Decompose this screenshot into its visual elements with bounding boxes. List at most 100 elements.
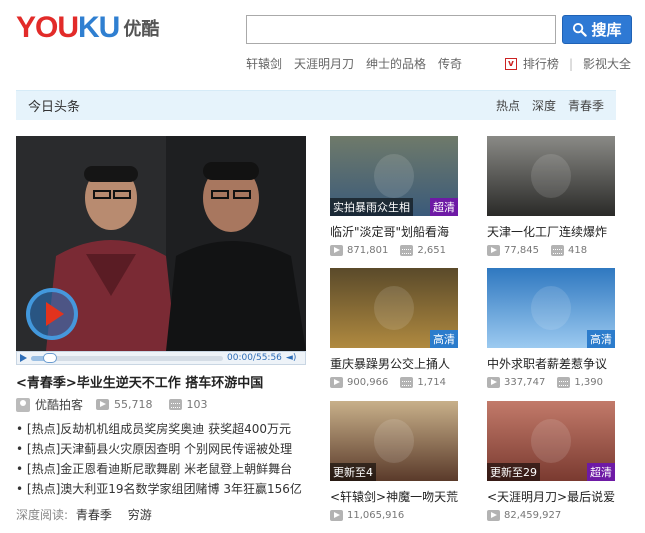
comment-icon xyxy=(168,399,182,410)
video-title[interactable]: <轩辕剑>神魔一吻天荒 xyxy=(330,488,458,505)
top-links: v 排行榜 | 影视大全 xyxy=(504,55,631,72)
comment-icon xyxy=(400,377,414,388)
deep-reading: 深度阅读: 青春季 穷游 xyxy=(16,506,160,523)
video-meta: 82,459,927 xyxy=(487,510,615,521)
hotword-link[interactable]: 天涯明月刀 xyxy=(294,55,354,72)
view-count: 55,718 xyxy=(114,398,153,411)
video-meta: 77,845 418 xyxy=(487,245,615,256)
ranking-link[interactable]: 排行榜 xyxy=(523,55,559,72)
hot-keywords: 轩辕剑 天涯明月刀 绅士的品格 传奇 xyxy=(246,55,462,72)
hotword-link[interactable]: 传奇 xyxy=(438,55,462,72)
video-card[interactable]: 天津一化工厂连续爆炸 77,845 418 xyxy=(487,136,615,256)
video-meta: 900,966 1,714 xyxy=(330,377,458,388)
video-title[interactable]: 中外求职者薪差惹争议 xyxy=(487,355,615,372)
comment-icon xyxy=(557,377,571,388)
comment-count: 1,714 xyxy=(417,377,446,388)
player-controls: 00:00/55:56 ◄) xyxy=(16,351,306,365)
progress-handle[interactable] xyxy=(43,352,58,363)
video-card[interactable]: 实拍暴雨众生相 超清临沂"淡定哥"划船看海 871,801 2,651 xyxy=(330,136,458,256)
progress-bar[interactable] xyxy=(31,352,223,363)
video-thumbnail[interactable]: 更新至4 xyxy=(330,401,458,481)
volume-icon[interactable]: ◄) xyxy=(286,353,296,363)
video-meta: 11,065,916 xyxy=(330,510,458,521)
video-title[interactable]: 天津一化工厂连续爆炸 xyxy=(487,223,615,240)
news-item[interactable]: • [热点]金正恩看迪斯尼歌舞剧 米老鼠登上朝鲜舞台 xyxy=(16,459,302,479)
video-title[interactable]: 临沂"淡定哥"划船看海 xyxy=(330,223,458,240)
youku-logo[interactable]: YOU KU 优酷 xyxy=(16,11,160,44)
video-thumbnail[interactable]: 更新至29 超清 xyxy=(487,401,615,481)
video-card[interactable]: 更新至29 超清 <天涯明月刀>最后说爱 82,459,927 xyxy=(487,401,615,521)
comment-count: 418 xyxy=(568,245,588,256)
play-small-icon[interactable] xyxy=(20,354,27,362)
logo-ku: KU xyxy=(78,11,120,44)
comment-count: 2,651 xyxy=(417,245,446,256)
logo-you: YOU xyxy=(16,11,79,44)
search-input[interactable] xyxy=(246,15,556,44)
hotword-link[interactable]: 绅士的品格 xyxy=(366,55,426,72)
time-display: 00:00/55:56 xyxy=(227,353,282,363)
comment-count: 1,390 xyxy=(574,377,603,388)
main-video-title[interactable]: <青春季>毕业生逆天不工作 搭车环游中国 xyxy=(16,372,263,391)
play-count-icon xyxy=(330,245,343,256)
search-button[interactable]: 搜库 xyxy=(562,15,632,44)
video-title[interactable]: 重庆暴躁男公交上捅人 xyxy=(330,355,458,372)
user-icon xyxy=(16,397,30,412)
movies-link[interactable]: 影视大全 xyxy=(583,55,631,72)
video-title[interactable]: <天涯明月刀>最后说爱 xyxy=(487,488,615,505)
video-meta: 871,801 2,651 xyxy=(330,245,458,256)
quality-badge: 高清 xyxy=(587,330,615,348)
quality-badge: 高清 xyxy=(430,330,458,348)
logo-chinese: 优酷 xyxy=(123,19,160,40)
view-count: 337,747 xyxy=(504,377,546,388)
view-count: 77,845 xyxy=(504,245,539,256)
deep-link[interactable]: 穷游 xyxy=(128,508,152,522)
uploader-name[interactable]: 优酷拍客 xyxy=(35,396,83,413)
video-thumbnail[interactable]: 高清 xyxy=(487,268,615,348)
video-card[interactable]: 高清中外求职者薪差惹争议 337,747 1,390 xyxy=(487,268,615,388)
video-thumbnail[interactable]: 高清 xyxy=(330,268,458,348)
section-header: 今日头条 热点 深度 青春季 xyxy=(16,90,616,120)
ranking-icon: v xyxy=(504,57,517,70)
quality-badge: 超清 xyxy=(587,463,615,481)
play-count-icon xyxy=(487,245,500,256)
comment-count: 103 xyxy=(186,398,208,411)
play-count-icon xyxy=(487,510,500,521)
thumbnail-caption: 更新至4 xyxy=(330,463,376,481)
video-thumbnail[interactable]: 实拍暴雨众生相 超清 xyxy=(330,136,458,216)
thumbnail-caption: 更新至29 xyxy=(487,463,540,481)
deep-reading-label: 深度阅读: xyxy=(16,508,69,522)
view-count: 900,966 xyxy=(347,377,389,388)
news-list: • [热点]反劫机机组成员奖房奖奥迪 获奖超400万元 • [热点]天津蓟县火灾… xyxy=(16,419,302,499)
view-count: 11,065,916 xyxy=(347,510,405,521)
video-card[interactable]: 高清重庆暴躁男公交上捅人 900,966 1,714 xyxy=(330,268,458,388)
deep-link[interactable]: 青春季 xyxy=(76,508,112,522)
section-title: 今日头条 xyxy=(28,100,81,115)
tab-hot[interactable]: 热点 xyxy=(496,97,520,114)
tab-depth[interactable]: 深度 xyxy=(532,97,556,114)
view-count: 871,801 xyxy=(347,245,389,256)
video-card[interactable]: 更新至4 <轩辕剑>神魔一吻天荒 11,065,916 xyxy=(330,401,458,521)
news-item[interactable]: • [热点]反劫机机组成员奖房奖奥迪 获奖超400万元 xyxy=(16,419,302,439)
comment-icon xyxy=(551,245,564,256)
thumbnail-caption: 实拍暴雨众生相 xyxy=(330,198,413,216)
play-button[interactable] xyxy=(26,288,78,340)
comment-icon xyxy=(400,245,414,256)
main-video-meta: 优酷拍客 55,718 103 xyxy=(16,396,208,413)
section-tabs: 热点 深度 青春季 xyxy=(496,97,604,114)
tab-youth[interactable]: 青春季 xyxy=(568,97,604,114)
video-thumbnail[interactable] xyxy=(487,136,615,216)
quality-badge: 超清 xyxy=(430,198,458,216)
news-item[interactable]: • [热点]澳大利亚19名数学家组团赌博 3年狂赢156亿 xyxy=(16,479,302,499)
main-video-player[interactable] xyxy=(16,136,306,351)
play-count-icon xyxy=(487,377,500,388)
video-meta: 337,747 1,390 xyxy=(487,377,615,388)
play-count-icon xyxy=(330,510,343,521)
search-button-label: 搜库 xyxy=(591,21,622,39)
view-count: 82,459,927 xyxy=(504,510,562,521)
search-icon xyxy=(573,22,588,37)
play-count-icon xyxy=(330,377,343,388)
play-count-icon xyxy=(96,399,110,410)
news-item[interactable]: • [热点]天津蓟县火灾原因查明 个别网民传谣被处理 xyxy=(16,439,302,459)
hotword-link[interactable]: 轩辕剑 xyxy=(246,55,282,72)
play-icon xyxy=(45,302,64,326)
